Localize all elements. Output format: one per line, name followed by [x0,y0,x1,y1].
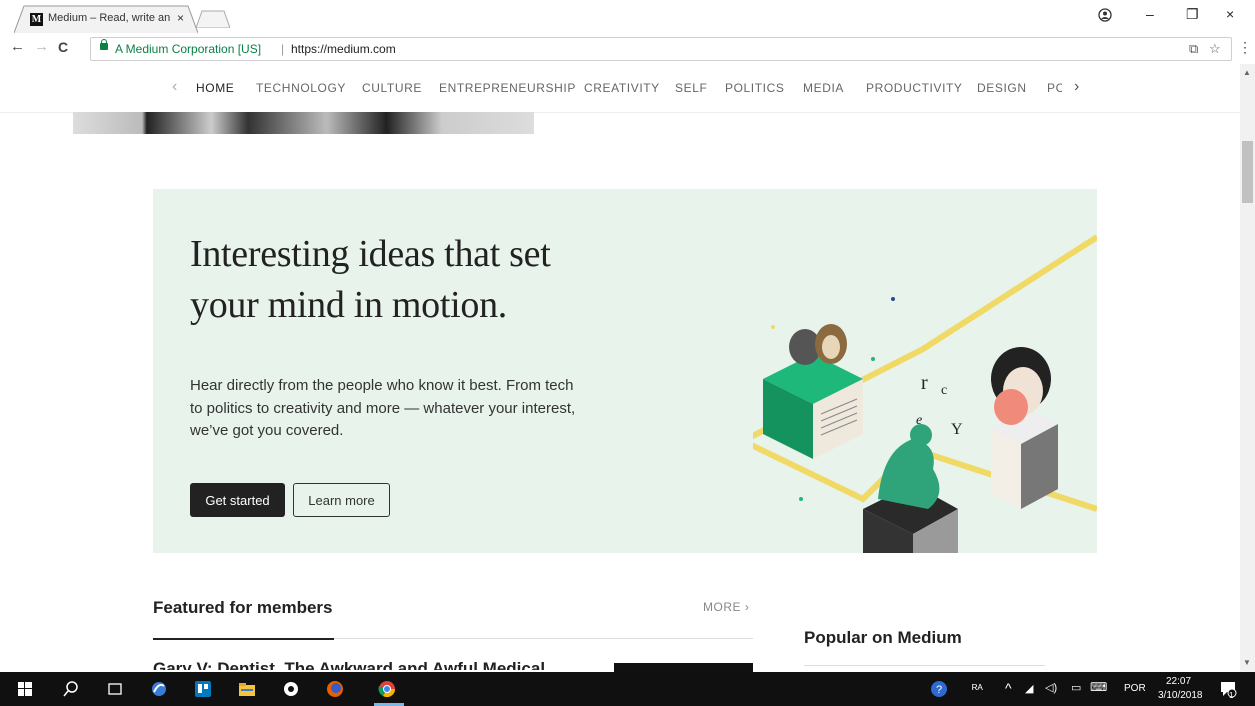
action-center-icon[interactable] [1219,680,1237,698]
app-icon-2[interactable] [282,680,300,698]
topic-entrepreneurship[interactable]: ENTREPRENEURSHIP [439,81,576,95]
volume-icon[interactable]: ◁) [1045,681,1057,694]
url-text[interactable]: https://medium.com [291,42,396,56]
svg-text:Y: Y [951,421,963,438]
promo-heading: Interesting ideas that set your mind in … [190,233,551,327]
tab-close-icon[interactable]: × [177,11,184,25]
promo-illustration: r c e Y [753,234,1097,553]
topic-nav-prev-icon[interactable]: ‹ [172,78,177,96]
browser-tab[interactable]: M Medium – Read, write an × [14,5,198,33]
popular-divider [804,665,1045,666]
featured-more-link[interactable]: MORE › [703,600,749,614]
topic-nav: ‹ HOME TECHNOLOGY CULTURE ENTREPRENEURSH… [0,64,1240,113]
topic-creativity[interactable]: CREATIVITY [584,81,660,95]
popular-section-title: Popular on Medium [804,628,962,647]
site-identity[interactable]: A Medium Corporation [US] [115,42,261,56]
topic-design[interactable]: DESIGN [977,81,1027,95]
scroll-up-icon[interactable]: ▲ [1243,68,1251,77]
topic-culture[interactable]: CULTURE [362,81,422,95]
battery-icon[interactable]: ▭ [1071,681,1081,694]
topic-politics[interactable]: POLITICS [725,81,784,95]
scroll-down-icon[interactable]: ▼ [1243,658,1251,667]
featured-section-title: Featured for members [153,598,333,617]
svg-text:?: ? [936,684,942,696]
topic-nav-next-icon[interactable]: › [1074,78,1079,96]
help-tray-icon[interactable]: ? [930,680,948,698]
people-icon[interactable]: ᴿᴬ [972,682,983,696]
promo-banner: Interesting ideas that set your mind in … [153,189,1097,553]
medium-favicon-icon: M [30,13,43,26]
notification-count: 1 [1229,691,1234,700]
firefox-icon[interactable] [326,680,344,698]
topic-self[interactable]: SELF [675,81,707,95]
new-tab-button[interactable] [196,10,230,28]
keyboard-icon[interactable]: ⌨ [1090,680,1107,694]
browser-tab-strip: M Medium – Read, write an × – ❐ × [0,0,1255,34]
app-icon-1[interactable] [150,680,168,698]
page-scrollbar[interactable]: ▲ ▼ [1240,64,1255,672]
tray-chevron-icon[interactable]: ^ [1005,680,1012,696]
featured-article-title[interactable]: Gary V: Dentist, The Awkward and Awful M… [153,657,593,670]
featured-article-title-text: Gary V: Dentist, The Awkward and Awful M… [153,659,546,670]
get-started-button[interactable]: Get started [190,483,285,517]
network-icon[interactable]: ◢ [1025,682,1033,695]
browser-menu-icon[interactable]: ⋮ [1238,39,1252,56]
featured-divider-accent [153,638,334,640]
search-icon[interactable] [62,680,80,698]
scrollbar-thumb[interactable] [1242,141,1253,203]
address-separator: | [281,42,285,56]
chrome-icon[interactable] [378,680,396,698]
hero-image [73,112,534,134]
task-view-icon[interactable] [106,680,124,698]
forward-button[interactable]: → [34,38,49,55]
lock-icon [100,39,108,50]
clock-date[interactable]: 3/10/2018 [1158,690,1203,701]
svg-text:r: r [921,372,928,394]
minimize-button[interactable]: – [1146,6,1154,22]
windows-taskbar: ? ᴿᴬ ^ ◢ ◁) ▭ ⌨ POR 22:07 3/10/2018 1 [0,672,1255,706]
file-explorer-icon[interactable] [238,680,256,698]
address-bar[interactable]: A Medium Corporation [US] | https://medi… [90,37,1232,61]
language-indicator[interactable]: POR [1124,683,1146,694]
clock-time[interactable]: 22:07 [1166,676,1191,687]
browser-toolbar: ← → C A Medium Corporation [US] | https:… [0,34,1255,65]
topic-productivity[interactable]: PRODUCTIVITY [866,81,963,95]
topic-partial[interactable]: PC [1047,81,1062,95]
restore-button[interactable]: ❐ [1186,6,1199,23]
reload-button[interactable]: C [58,39,68,55]
tab-title: Medium – Read, write an [48,12,171,24]
account-icon[interactable] [1098,8,1112,22]
back-button[interactable]: ← [10,38,25,55]
topic-technology[interactable]: TECHNOLOGY [256,81,346,95]
windows-start-icon[interactable] [18,682,32,696]
translate-icon[interactable]: ⧉ [1189,41,1198,57]
trello-icon[interactable] [194,680,212,698]
bookmark-star-icon[interactable]: ☆ [1209,41,1221,57]
learn-more-button[interactable]: Learn more [293,483,390,517]
topic-media[interactable]: MEDIA [803,81,844,95]
svg-text:e: e [916,413,922,428]
topic-home[interactable]: HOME [196,81,234,95]
svg-text:c: c [941,383,947,398]
close-window-button[interactable]: × [1226,6,1234,22]
promo-body: Hear directly from the people who know i… [190,377,576,439]
